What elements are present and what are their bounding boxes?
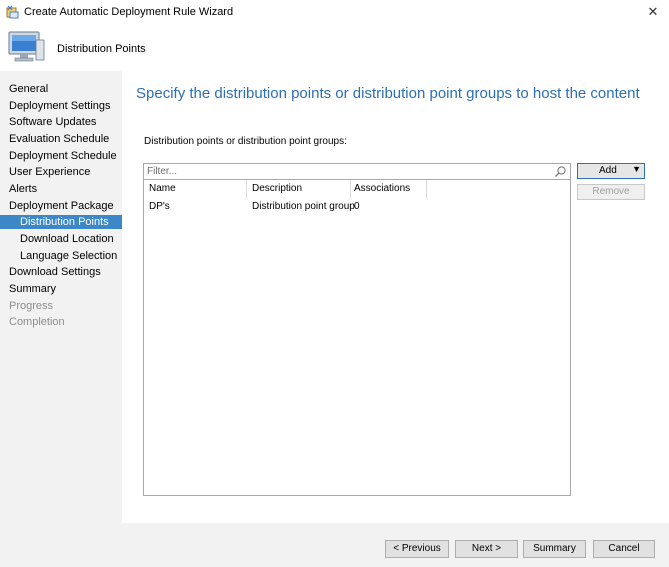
table-row[interactable]: DP's Distribution point group 0 [144,199,570,215]
cell-name: DP's [149,201,170,212]
list-header: Name Description Associations [144,180,570,198]
sidebar-item-user-experience[interactable]: User Experience [0,165,122,179]
sidebar-item-progress: Progress [9,300,54,312]
sidebar-item-completion: Completion [9,316,65,328]
sidebar-item-summary[interactable]: Summary [0,282,122,296]
cell-associations: 0 [354,201,360,212]
content-heading: Specify the distribution points or distr… [136,85,640,102]
column-header-associations[interactable]: Associations [354,183,410,194]
list-label: Distribution points or distribution poin… [144,136,347,147]
filter-box[interactable] [143,163,571,180]
add-button-label: Add [599,165,617,176]
wizard-header: Distribution Points [0,24,669,71]
sidebar-item-general[interactable]: General [0,82,122,96]
column-divider[interactable] [350,180,351,198]
window-title: Create Automatic Deployment Rule Wizard [24,6,234,18]
column-divider[interactable] [246,180,247,198]
wizard-window: Create Automatic Deployment Rule Wizard … [0,0,669,567]
column-header-name[interactable]: Name [149,183,176,194]
cancel-button[interactable]: Cancel [593,540,655,558]
sidebar-item-deployment-settings[interactable]: Deployment Settings [0,99,122,113]
sidebar-item-download-settings[interactable]: Download Settings [0,265,122,279]
computer-icon [8,31,45,62]
sidebar-item-distribution-points[interactable]: Distribution Points [0,215,122,229]
next-button[interactable]: Next > [455,540,518,558]
search-icon[interactable] [554,165,567,178]
sidebar-item-software-updates[interactable]: Software Updates [0,115,122,129]
title-bar: Create Automatic Deployment Rule Wizard … [0,0,669,24]
summary-button[interactable]: Summary [523,540,586,558]
previous-button[interactable]: < Previous [385,540,449,558]
sidebar-item-evaluation-schedule[interactable]: Evaluation Schedule [0,132,122,146]
wizard-content: Specify the distribution points or distr… [122,71,669,523]
add-button[interactable]: Add ▼ [577,163,645,179]
page-title: Distribution Points [57,43,146,55]
sidebar-item-deployment-package[interactable]: Deployment Package [0,199,122,213]
close-icon[interactable]: ✕ [643,3,663,21]
column-divider[interactable] [426,180,427,198]
cell-description: Distribution point group [252,201,355,212]
wizard-sidebar: General Deployment Settings Software Upd… [0,71,122,567]
sidebar-item-language-selection[interactable]: Language Selection [0,249,122,263]
column-header-description[interactable]: Description [252,183,302,194]
wizard-app-icon [6,5,19,19]
sidebar-item-deployment-schedule[interactable]: Deployment Schedule [0,149,122,163]
sidebar-item-download-location[interactable]: Download Location [0,232,122,246]
sidebar-item-alerts[interactable]: Alerts [0,182,122,196]
dropdown-arrow-icon: ▼ [632,164,641,174]
wizard-footer: < Previous Next > Summary Cancel [122,523,669,567]
filter-input[interactable] [147,165,547,178]
remove-button: Remove [577,184,645,200]
distribution-points-list[interactable]: Name Description Associations DP's Distr… [143,180,571,496]
